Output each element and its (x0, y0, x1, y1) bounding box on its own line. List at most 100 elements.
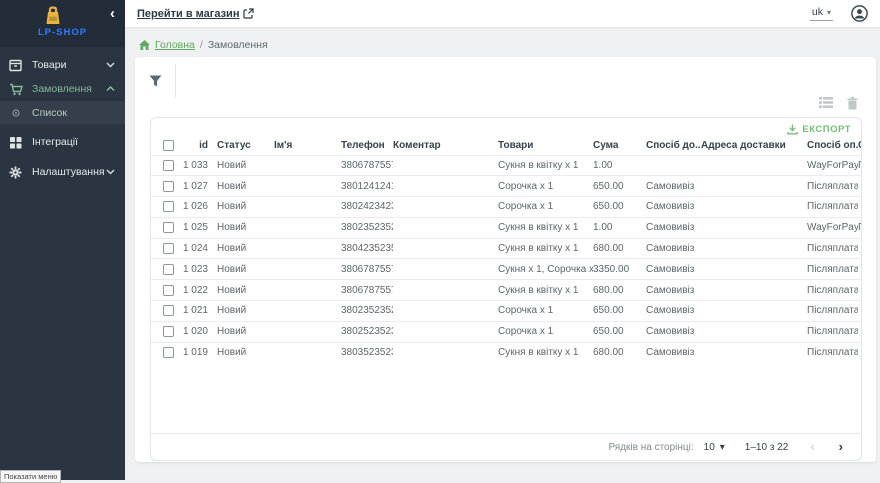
table-row[interactable]: 1 025Новий380235235235Сукня в квітку x 1… (151, 217, 861, 238)
cell-sum: 1.00 (593, 217, 646, 238)
table-row[interactable]: 1 027Новий380124124124Сорочка x 1650.00С… (151, 176, 861, 197)
breadcrumb-current: Замовлення (208, 39, 268, 51)
breadcrumb-separator: / (200, 39, 203, 51)
cell-delivery: Самовивіз (646, 259, 701, 280)
cell-products: Сукня в квітку x 1 (498, 217, 593, 238)
row-checkbox[interactable] (163, 347, 174, 358)
account-circle-icon[interactable] (851, 5, 868, 22)
sidebar-item-integrations[interactable]: Інтеграції (0, 130, 125, 154)
sidebar-item-orders[interactable]: Замовлення (0, 77, 125, 101)
cell-status: Новий (217, 342, 274, 363)
cell-status: Новий (217, 155, 274, 176)
select-all-checkbox[interactable] (163, 140, 174, 151)
col-header-products: Товари (498, 137, 593, 155)
row-checkbox[interactable] (163, 305, 174, 316)
cell-delivery (646, 155, 701, 176)
table-row[interactable]: 1 023Новий380678755722Сукня x 1, Сорочка… (151, 259, 861, 280)
cell-products: Сукня в квітку x 1 (498, 155, 593, 176)
row-checkbox[interactable] (163, 222, 174, 233)
cell-id: 1 024 (179, 238, 217, 259)
cell-id: 1 025 (179, 217, 217, 238)
row-checkbox[interactable] (163, 160, 174, 171)
orders-table-card: ЕКСПОРТ id Статус Ім'я (150, 117, 862, 461)
sidebar-subitem-list[interactable]: Список (0, 101, 125, 124)
toolbar-divider (175, 64, 176, 98)
table-scroll-area[interactable]: id Статус Ім'я Телефон Коментар Товари С… (151, 137, 861, 363)
rows-per-page-select[interactable]: 10 ▾ (704, 442, 725, 453)
col-header-delivery: Спосіб до... (646, 137, 701, 155)
widgets-icon (8, 136, 23, 149)
cell-address (701, 238, 807, 259)
cell-name (274, 176, 341, 197)
cell-status: Новий (217, 176, 274, 197)
filter-button[interactable] (135, 75, 175, 87)
go-to-store-link[interactable]: Перейти в магазин (137, 8, 254, 20)
row-checkbox[interactable] (163, 285, 174, 296)
sidebar-item-label: Інтеграції (32, 136, 117, 148)
cell-pstatus: П (858, 217, 861, 238)
external-link-icon (243, 8, 254, 19)
cell-pstatus: П (858, 155, 861, 176)
row-checkbox[interactable] (163, 264, 174, 275)
table-row[interactable]: 1 026Новий380242342342Сорочка x 1650.00С… (151, 197, 861, 218)
cell-payment: Післяплата (807, 259, 858, 280)
store-link-label: Перейти в магазин (137, 8, 239, 20)
col-header-comment: Коментар (393, 137, 498, 155)
view-list-icon[interactable] (819, 97, 833, 110)
table-row[interactable]: 1 019Новий380352352353Сукня в квітку x 1… (151, 342, 861, 363)
table-row[interactable]: 1 033Новий380678755765Сукня в квітку x 1… (151, 155, 861, 176)
row-checkbox[interactable] (163, 243, 174, 254)
sidebar-item-products[interactable]: Товари (0, 53, 125, 77)
breadcrumb-home-link[interactable]: Головна (155, 39, 195, 51)
rows-per-page-label: Рядків на сторінці: (608, 442, 693, 453)
sidebar-item-label: Замовлення (32, 83, 106, 95)
cell-pstatus (858, 321, 861, 342)
cell-status: Новий (217, 197, 274, 218)
cell-address (701, 197, 807, 218)
cell-address (701, 259, 807, 280)
caret-down-icon: ▾ (720, 442, 725, 453)
cell-name (274, 280, 341, 301)
cell-id: 1 021 (179, 301, 217, 322)
col-header-phone: Телефон (341, 137, 393, 155)
cell-address (701, 217, 807, 238)
cell-delivery: Самовивіз (646, 176, 701, 197)
chevron-up-icon (106, 86, 115, 92)
table-body: 1 033Новий380678755765Сукня в квітку x 1… (151, 155, 861, 363)
cell-delivery: Самовивіз (646, 321, 701, 342)
bullet-dot-icon (8, 109, 23, 117)
cell-products: Сукня в квітку x 1 (498, 342, 593, 363)
table-row[interactable]: 1 022Новий380678755765Сукня в квітку x 1… (151, 280, 861, 301)
menu-tooltip: Показати меню (0, 470, 61, 483)
table-row[interactable]: 1 024Новий380423523523Сукня в квітку x 1… (151, 238, 861, 259)
cell-payment: WayForPay (807, 155, 858, 176)
cell-id: 1 026 (179, 197, 217, 218)
cell-payment: WayForPay (807, 217, 858, 238)
table-row[interactable]: 1 020Новий380252352352Сорочка x 1650.00С… (151, 321, 861, 342)
cell-sum: 680.00 (593, 238, 646, 259)
cell-comment (393, 176, 498, 197)
cell-phone: 380352352353 (341, 342, 393, 363)
row-checkbox[interactable] (163, 181, 174, 192)
cell-phone: 380124124124 (341, 176, 393, 197)
row-checkbox[interactable] (163, 326, 174, 337)
cell-delivery: Самовивіз (646, 280, 701, 301)
cell-comment (393, 217, 498, 238)
previous-page-button[interactable]: ‹ (810, 442, 814, 452)
language-select[interactable]: uk ▾ (810, 6, 833, 21)
cell-comment (393, 259, 498, 280)
trash-icon[interactable] (847, 97, 858, 110)
sidebar-collapse-button[interactable]: ‹ (110, 7, 115, 21)
cell-phone: 380678755722 (341, 259, 393, 280)
export-button[interactable]: ЕКСПОРТ (787, 124, 851, 135)
cell-phone: 380252352352 (341, 321, 393, 342)
cell-phone: 380678755765 (341, 155, 393, 176)
cell-status: Новий (217, 321, 274, 342)
next-page-button[interactable]: › (839, 442, 843, 452)
cell-status: Новий (217, 238, 274, 259)
col-header-sum: Сума (593, 137, 646, 155)
table-row[interactable]: 1 021Новий380235235235Сорочка x 1650.00С… (151, 301, 861, 322)
sidebar-item-settings[interactable]: Налаштування (0, 160, 125, 184)
col-header-address: Адреса доставки (701, 137, 807, 155)
row-checkbox[interactable] (163, 201, 174, 212)
